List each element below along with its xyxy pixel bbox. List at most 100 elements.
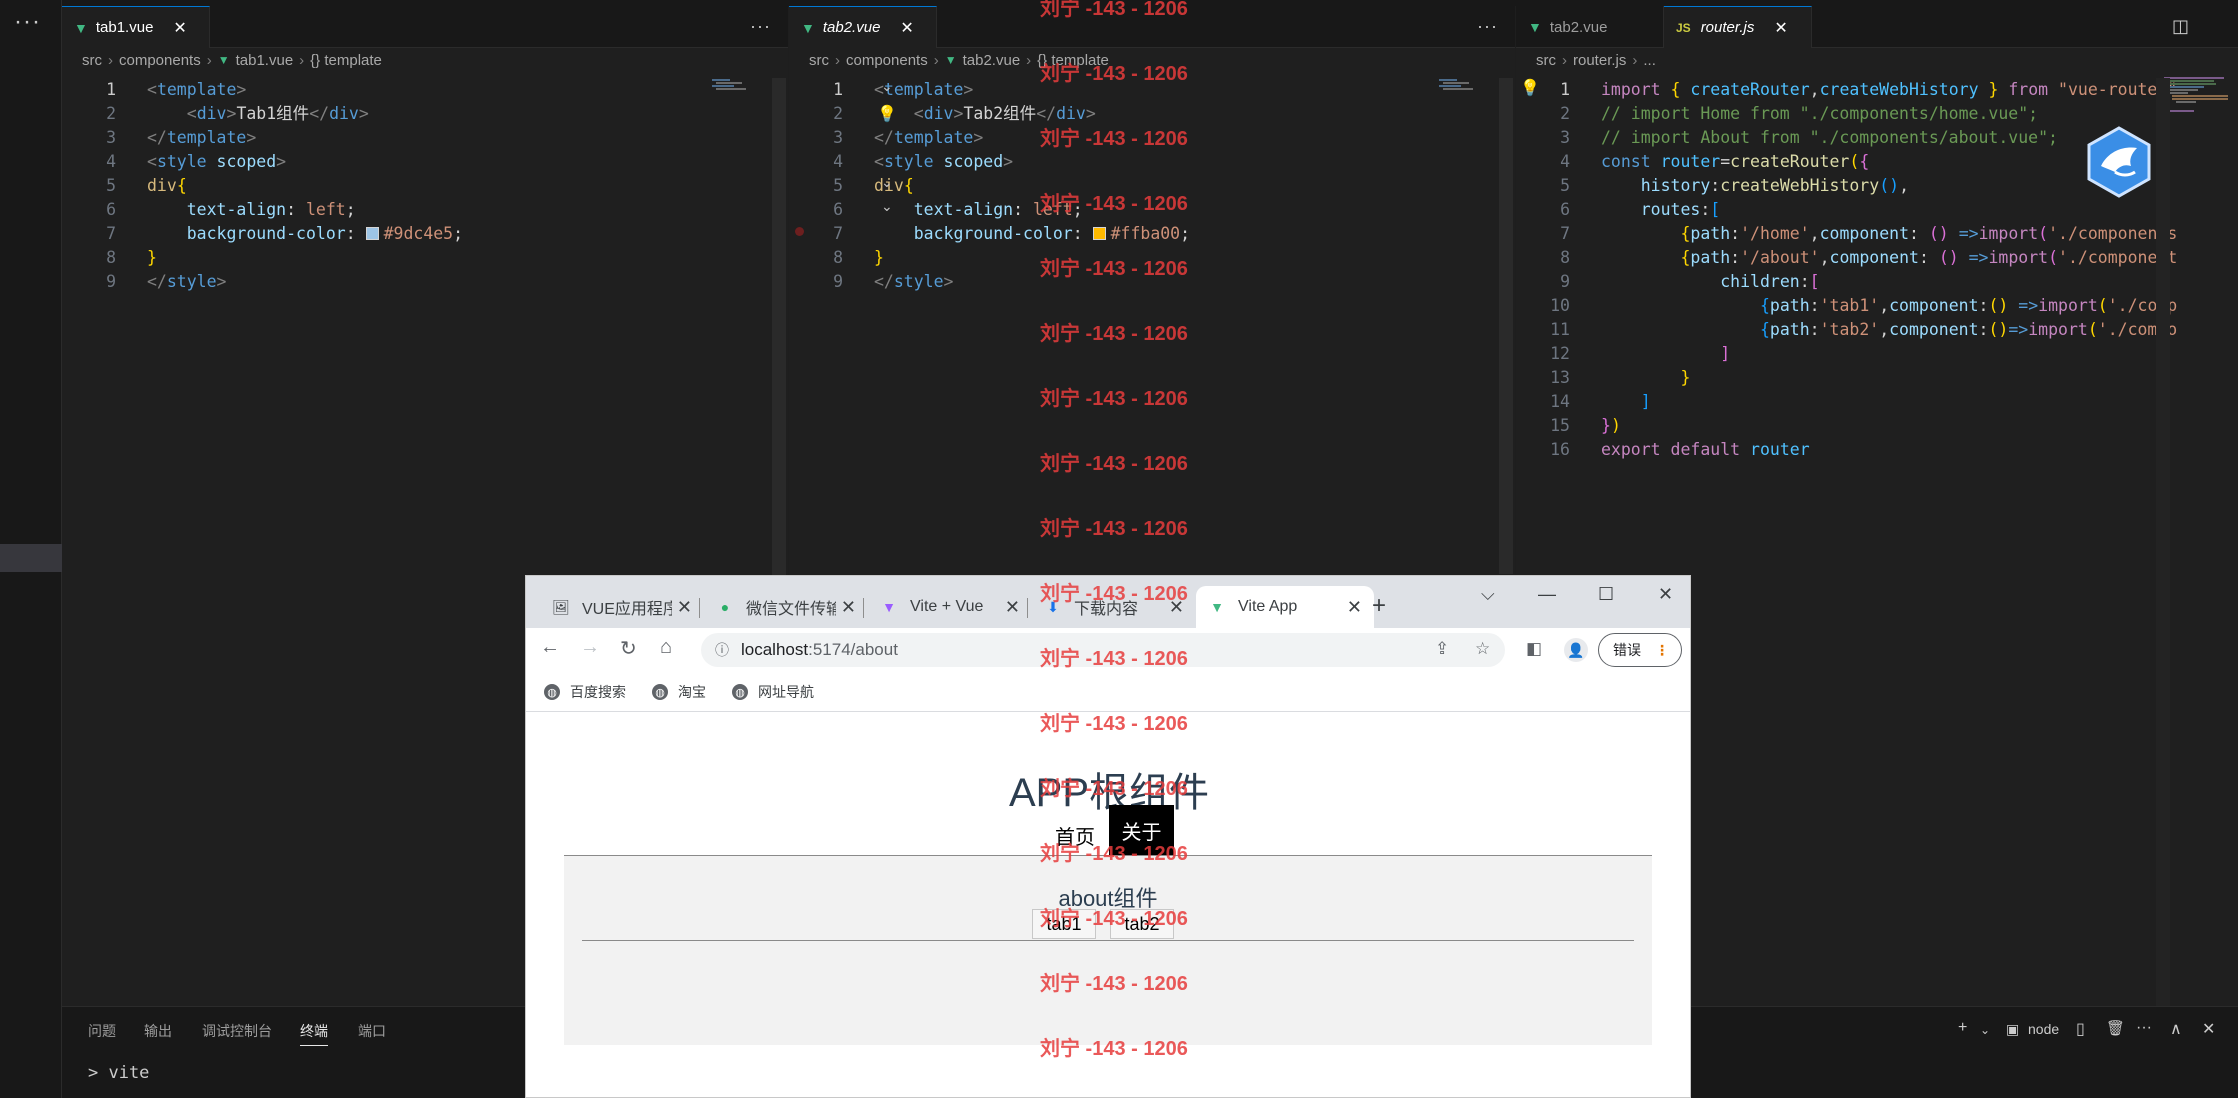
fold-chevron-icon[interactable]: ⌄: [881, 198, 893, 215]
subtab-link-tab2[interactable]: tab2: [1110, 909, 1174, 939]
breadcrumb-item[interactable]: router.js: [1573, 52, 1626, 69]
editor-tab-tab1-vue[interactable]: ▼ tab1.vue ✕: [62, 6, 210, 48]
code-line[interactable]: 7 background-color: #ffba00;: [789, 222, 1515, 246]
close-icon[interactable]: ✕: [841, 597, 856, 618]
breadcrumb-item[interactable]: tab2.vue: [963, 52, 1021, 69]
home-icon[interactable]: ⌂: [660, 636, 672, 659]
back-icon[interactable]: ←: [540, 636, 560, 659]
subtab-link-tab1[interactable]: tab1: [1032, 909, 1096, 939]
minimap[interactable]: [1437, 78, 1507, 94]
close-icon[interactable]: ✕: [1169, 597, 1184, 618]
kebab-menu-icon[interactable]: ⋮: [1655, 642, 1669, 659]
code-line[interactable]: 9 </style>: [62, 270, 788, 294]
minimap[interactable]: [710, 78, 780, 94]
editor-tab-tab2-vue[interactable]: ▼ tab2.vue ✕: [789, 6, 937, 48]
trash-icon[interactable]: 🗑: [2106, 1019, 2125, 1037]
breadcrumb-item[interactable]: components: [119, 52, 201, 69]
code-line[interactable]: 6 text-align: left;: [789, 198, 1515, 222]
code-line[interactable]: 7 {path:'/home',component: () =>import('…: [1516, 222, 2238, 246]
code-line[interactable]: 16 export default router: [1516, 438, 2238, 462]
bookmark-nav[interactable]: ◍ 网址导航: [732, 682, 814, 702]
nav-link-home[interactable]: 首页: [1055, 821, 1095, 850]
scrollbar[interactable]: [1499, 78, 1513, 574]
breadcrumb-item[interactable]: {} template: [310, 52, 382, 69]
panel-tab-ports[interactable]: 端口: [358, 1021, 386, 1041]
code-line[interactable]: 15}): [1516, 414, 2238, 438]
split-editor-icon[interactable]: ◫: [2172, 16, 2189, 37]
close-icon[interactable]: ✕: [1347, 597, 1362, 618]
code-line[interactable]: 10 {path:'tab1',component:() =>import('.…: [1516, 294, 2238, 318]
activity-more-icon[interactable]: ···: [14, 8, 41, 36]
code-line[interactable]: 3 </template>: [789, 126, 1515, 150]
more-actions-icon[interactable]: ···: [750, 16, 771, 37]
code-line[interactable]: 1 <template>: [62, 78, 788, 102]
code-line[interactable]: 4 <style scoped>: [789, 150, 1515, 174]
code-line[interactable]: 2 <div>Tab1组件</div>: [62, 102, 788, 126]
editor-tab-tab2-vue[interactable]: ▼ tab2.vue: [1516, 6, 1664, 48]
breadcrumb-item[interactable]: {} template: [1037, 52, 1109, 69]
code-line[interactable]: 1 import { createRouter,createWebHistory …: [1516, 78, 2238, 102]
breadcrumb-item[interactable]: src: [1536, 52, 1556, 69]
code-line[interactable]: 1 <template>: [789, 78, 1515, 102]
chevron-down-icon[interactable]: ⌄: [1980, 1023, 1990, 1037]
code-line[interactable]: 9 </style>: [789, 270, 1515, 294]
code-line[interactable]: 5 div{: [789, 174, 1515, 198]
code-line[interactable]: 5 div{: [62, 174, 788, 198]
bookmark-baidu[interactable]: ◍ 百度搜索: [544, 682, 626, 702]
browser-tab-downloads[interactable]: ⬇ 下载内容 ✕: [1032, 586, 1196, 628]
breadcrumb-item[interactable]: ...: [1643, 52, 1656, 69]
side-panel-icon[interactable]: ◧: [1526, 639, 1542, 659]
browser-tab-wechat[interactable]: ● 微信文件传输 ✕: [704, 586, 868, 628]
site-info-icon[interactable]: ⓘ: [715, 640, 729, 660]
panel-tab-output[interactable]: 输出: [144, 1021, 172, 1041]
error-button[interactable]: 错误 ⋮: [1598, 633, 1682, 667]
color-swatch-icon[interactable]: [1092, 227, 1106, 240]
code-line[interactable]: 6 text-align: left;: [62, 198, 788, 222]
fold-chevron-icon[interactable]: ⌄: [881, 78, 893, 95]
lightbulb-icon[interactable]: 💡: [877, 104, 897, 124]
code-line[interactable]: 4 <style scoped>: [62, 150, 788, 174]
breadcrumb-item[interactable]: src: [82, 52, 102, 69]
breadcrumb-item[interactable]: components: [846, 52, 928, 69]
code-line[interactable]: 8}: [62, 246, 788, 270]
code-line[interactable]: 12 ]: [1516, 342, 2238, 366]
breakpoint-dot-icon[interactable]: [795, 227, 804, 236]
code-line[interactable]: 9 children:[: [1516, 270, 2238, 294]
code-line[interactable]: 2 // import Home from "./components/home.…: [1516, 102, 2238, 126]
tab-search-icon[interactable]: ⌵: [1481, 584, 1495, 605]
split-terminal-icon[interactable]: ▯: [2076, 1019, 2085, 1039]
editor-tab-router-js[interactable]: JS router.js ✕: [1664, 6, 1812, 48]
close-panel-icon[interactable]: ✕: [2202, 1019, 2215, 1039]
minimize-button[interactable]: —: [1538, 584, 1556, 605]
floating-assistant-bird-icon[interactable]: [2085, 126, 2153, 198]
color-swatch-icon[interactable]: [365, 227, 379, 240]
close-icon[interactable]: ✕: [1005, 597, 1020, 618]
code-line[interactable]: 2 <div>Tab2组件</div>: [789, 102, 1515, 126]
browser-tab-vite-app[interactable]: ▼ Vite App ✕: [1196, 586, 1374, 628]
bookmark-star-icon[interactable]: ☆: [1475, 639, 1490, 659]
fold-chevron-icon[interactable]: ⌄: [881, 174, 893, 191]
code-line[interactable]: 8}: [789, 246, 1515, 270]
code-line[interactable]: 11 {path:'tab2',component:()=>import('./…: [1516, 318, 2238, 342]
code-line[interactable]: 3 </template>: [62, 126, 788, 150]
code-line[interactable]: 13 }: [1516, 366, 2238, 390]
window-close-button[interactable]: ✕: [1658, 584, 1673, 605]
panel-tab-problems[interactable]: 问题: [88, 1021, 116, 1041]
share-icon[interactable]: ⇪: [1435, 639, 1449, 659]
code-line[interactable]: 6 routes:[: [1516, 198, 2238, 222]
close-icon[interactable]: ✕: [173, 18, 186, 38]
terminal-name[interactable]: node: [2028, 1021, 2059, 1037]
reload-icon[interactable]: ↻: [620, 636, 637, 661]
more-actions-icon[interactable]: ···: [1477, 16, 1498, 37]
breadcrumb-item[interactable]: tab1.vue: [236, 52, 294, 69]
maximize-panel-icon[interactable]: ∧: [2170, 1019, 2182, 1039]
panel-tab-debug-console[interactable]: 调试控制台: [202, 1021, 272, 1041]
minimap[interactable]: [2162, 76, 2232, 116]
profile-avatar-icon[interactable]: 👤: [1564, 638, 1588, 662]
code-line[interactable]: 7 background-color: #9dc4e5;: [62, 222, 788, 246]
lightbulb-icon[interactable]: 💡: [1520, 78, 1540, 98]
browser-tab-vue-app[interactable]: 🖼 VUE应用程序 ✕: [540, 586, 704, 628]
breadcrumb-item[interactable]: src: [809, 52, 829, 69]
scrollbar[interactable]: [2156, 78, 2170, 1006]
bookmark-taobao[interactable]: ◍ 淘宝: [652, 682, 706, 702]
